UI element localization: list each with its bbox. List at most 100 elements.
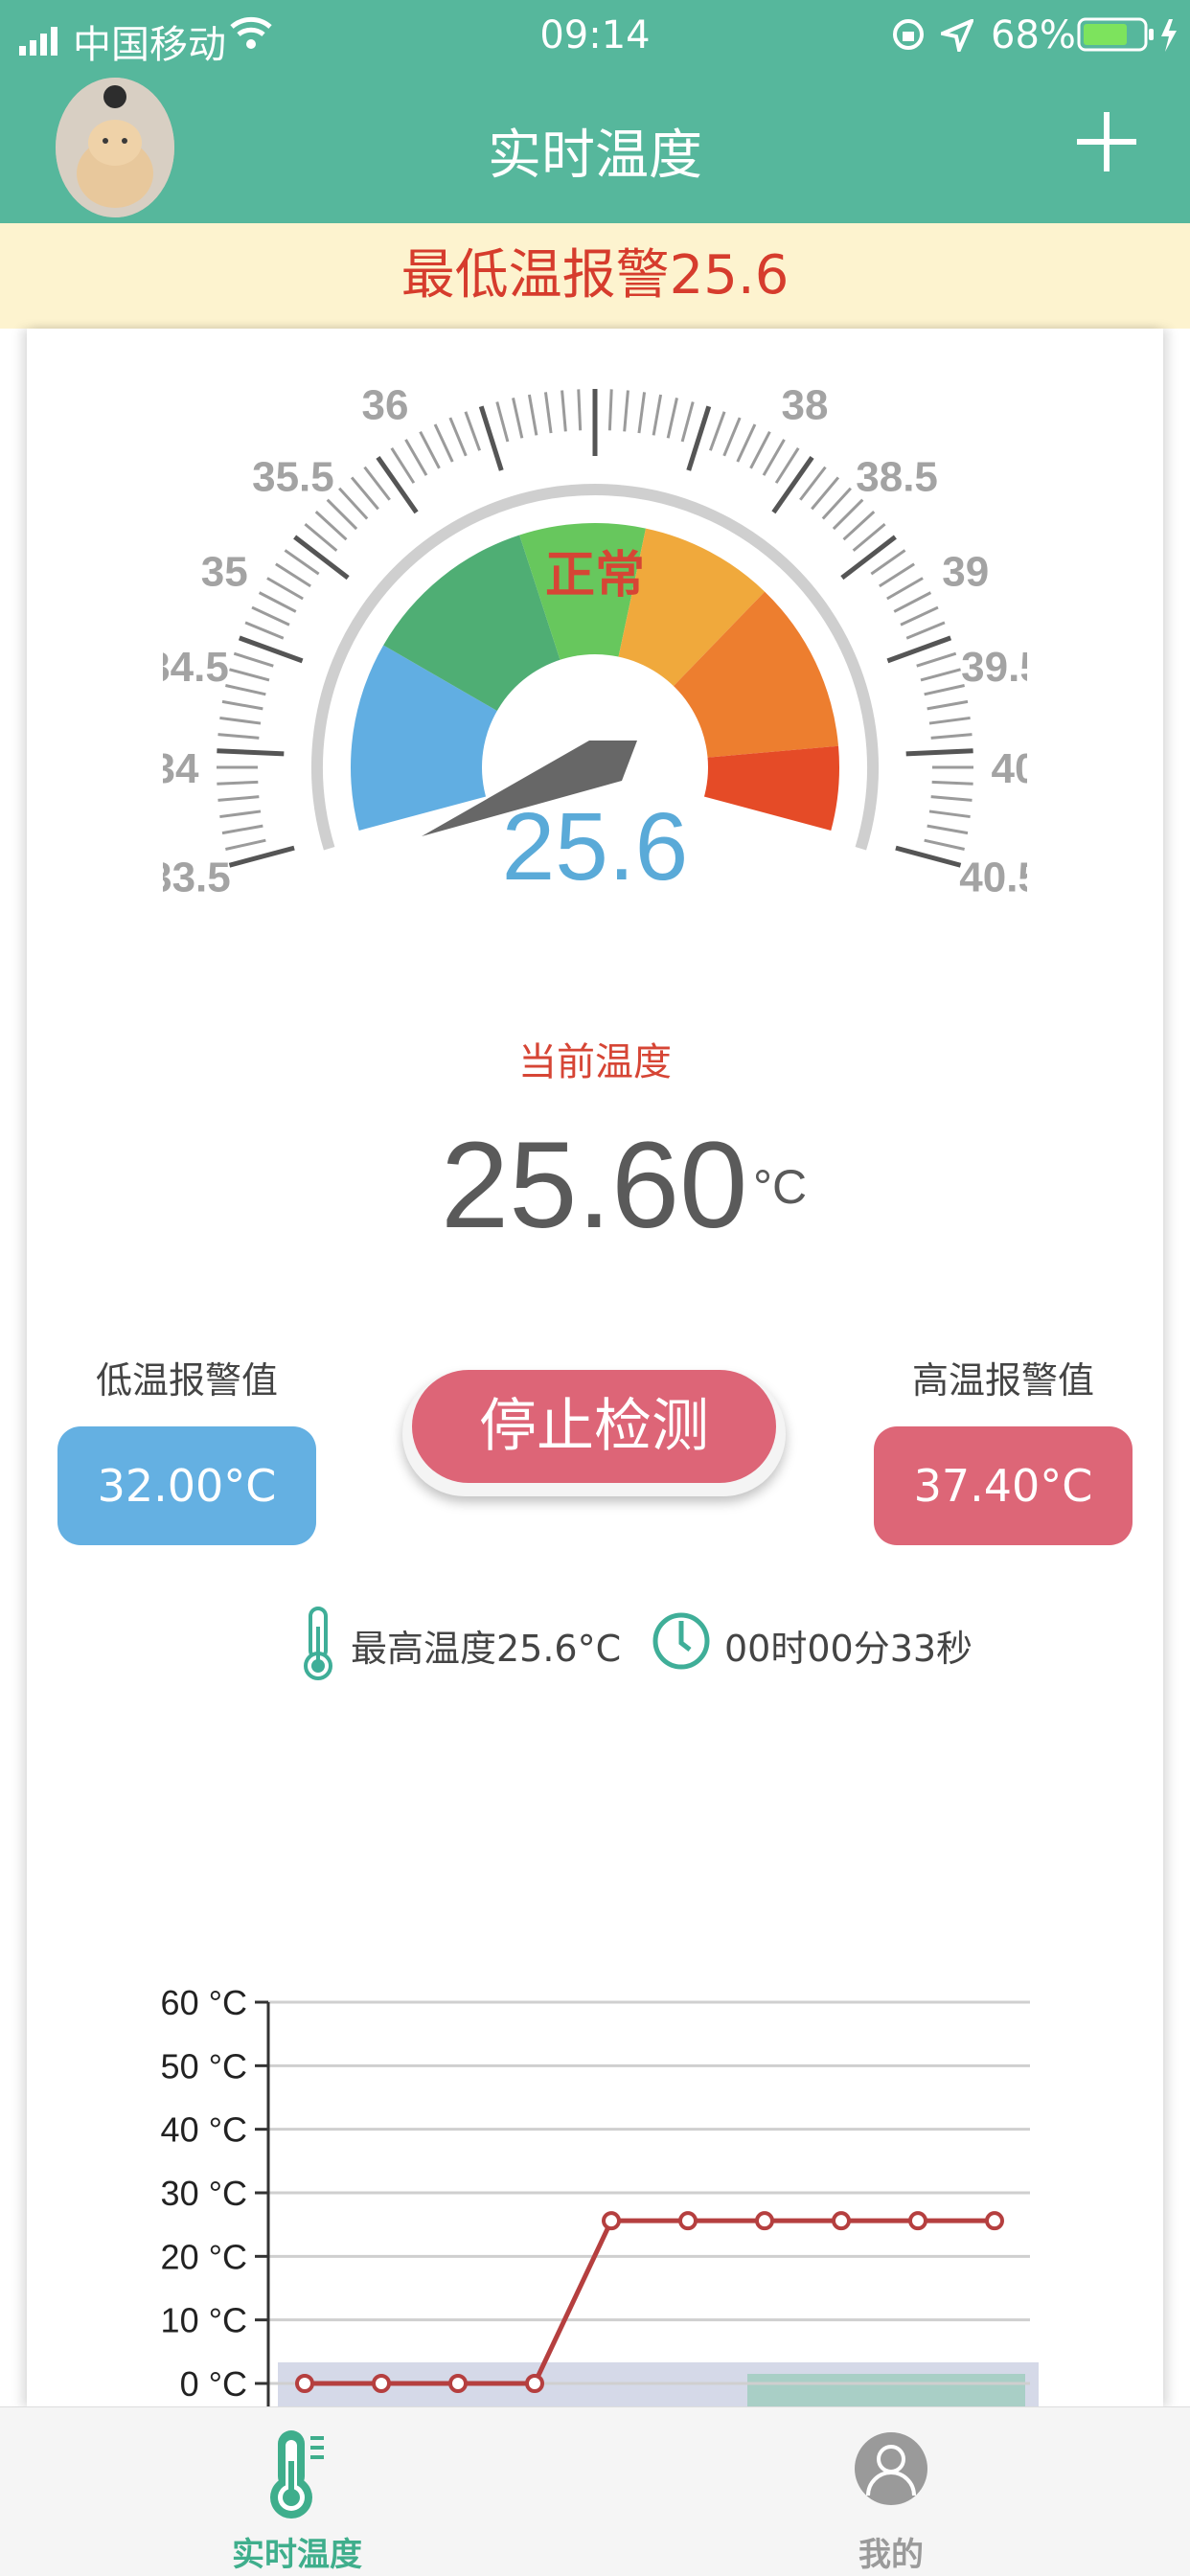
gauge-minor-tick <box>221 824 263 835</box>
gauge-segment-red <box>697 745 839 831</box>
gauge-tick-label: 39.5 <box>961 644 1027 691</box>
gauge-tick-label: 39 <box>942 548 989 595</box>
current-temp-value: 25.60 <box>441 1117 748 1254</box>
gauge-minor-tick <box>217 795 260 802</box>
gauge-tick-label: 35 <box>201 548 248 595</box>
tab-bar: 实时温度 我的 <box>0 2406 1190 2576</box>
gauge-minor-tick <box>512 398 524 439</box>
add-button[interactable] <box>1073 108 1140 175</box>
gauge-minor-tick <box>916 651 957 668</box>
chart-y-tick-label: 60 °C <box>161 1983 247 2022</box>
chart-y-tick-label: 0 °C <box>180 2364 247 2404</box>
elapsed-time-text: 00时00分33秒 <box>724 1628 973 1670</box>
chart-data-point <box>525 2374 544 2393</box>
gauge-minor-tick <box>637 392 647 434</box>
tab-realtime-temp[interactable]: 实时温度 <box>153 2407 441 2576</box>
chart-data-point <box>755 2211 774 2231</box>
temperature-line-chart: 60 °C 50 °C 40 °C 30 °C 20 °C 10 °C 0 °C <box>0 1973 1190 2406</box>
gauge-minor-tick <box>680 401 695 443</box>
user-icon <box>853 2428 929 2513</box>
gauge-minor-tick <box>924 684 965 696</box>
gauge-major-tick <box>478 405 504 471</box>
gauge-status-label: 正常 <box>545 548 645 604</box>
gauge-major-tick <box>771 456 814 514</box>
gauge-value: 25.6 <box>502 793 689 900</box>
clock-icon <box>652 1611 711 1675</box>
chart-y-tick-label: 30 °C <box>161 2174 247 2213</box>
gauge-minor-tick <box>893 591 932 613</box>
chart-y-tick-label: 50 °C <box>161 2046 247 2086</box>
gauge-minor-tick <box>433 423 454 463</box>
alert-banner: 最低温报警25.6 <box>0 223 1190 329</box>
gauge-minor-tick <box>244 621 285 640</box>
gauge-minor-tick <box>495 401 510 443</box>
low-alarm-value[interactable]: 32.00°C <box>57 1426 316 1545</box>
tab-label-realtime: 实时温度 <box>232 2536 362 2574</box>
gauge-minor-tick <box>561 390 567 432</box>
nav-bar: 实时温度 <box>0 72 1190 223</box>
gauge-minor-tick <box>722 417 742 457</box>
gauge-minor-tick <box>927 699 969 711</box>
page-title: 实时温度 <box>488 125 702 187</box>
status-bar: 中国移动 09:14 68% <box>0 0 1190 72</box>
gauge-minor-tick <box>930 795 973 802</box>
gauge-minor-tick <box>652 394 663 436</box>
high-alarm-title: 高温报警值 <box>911 1359 1094 1402</box>
gauge-major-tick <box>217 748 285 757</box>
gauge-minor-tick <box>275 562 311 588</box>
gauge-tick-label: 40.5 <box>959 854 1027 900</box>
gauge-tick-label: 34.5 <box>163 644 229 691</box>
gauge-minor-tick <box>229 668 270 682</box>
gauge-minor-tick <box>464 411 482 451</box>
gauge-minor-tick <box>219 809 262 819</box>
chart-scroll-window[interactable] <box>747 2374 1025 2406</box>
gauge-minor-tick <box>266 577 304 601</box>
chart-data-point <box>602 2211 621 2231</box>
thermometer-tab-icon <box>268 2427 335 2526</box>
low-alarm-title: 低温报警值 <box>95 1359 278 1402</box>
chart-data-point <box>678 2211 698 2231</box>
gauge-tick-label: 38.5 <box>856 454 938 501</box>
gauge-minor-tick <box>736 423 757 463</box>
gauge-minor-tick <box>251 605 290 627</box>
thermometer-icon <box>299 1606 337 1686</box>
gauge-minor-tick <box>623 390 629 432</box>
chart-y-tick-label: 10 °C <box>161 2301 247 2340</box>
chart-y-ticks: 60 °C 50 °C 40 °C 30 °C 20 °C 10 °C 0 °C <box>161 1983 268 2404</box>
high-alarm-value[interactable]: 37.40°C <box>874 1426 1133 1545</box>
gauge-minor-tick <box>920 668 961 682</box>
gauge-minor-tick <box>404 439 428 476</box>
gauge-major-tick <box>686 405 712 471</box>
location-icon <box>936 17 975 61</box>
gauge-minor-tick <box>233 651 274 668</box>
gauge-tick-label: 34 <box>163 745 199 792</box>
gauge-minor-tick <box>708 411 726 451</box>
gauge-minor-tick <box>225 684 266 696</box>
current-temp-unit: °C <box>753 1160 808 1214</box>
battery-icon <box>1077 15 1182 63</box>
tab-profile[interactable]: 我的 <box>747 2407 1035 2576</box>
chart-y-tick-label: 40 °C <box>161 2110 247 2150</box>
gauge-tick-label: 36 <box>362 382 409 429</box>
gauge-minor-tick <box>419 430 441 469</box>
gauge-minor-tick <box>448 417 468 457</box>
gauge-minor-tick <box>221 699 263 711</box>
gauge-tick-label: 38 <box>782 382 829 429</box>
gauge-tick-label: 33.5 <box>163 854 231 900</box>
gauge-minor-tick <box>905 621 946 640</box>
gauge-minor-tick <box>928 809 971 819</box>
gauge-major-tick <box>840 535 897 581</box>
gauge-major-tick <box>293 535 350 581</box>
current-temp-label: 当前温度 <box>518 1040 672 1084</box>
chart-grid <box>266 2000 1030 2406</box>
gauge-minor-tick <box>762 439 786 476</box>
stop-detection-button[interactable]: 停止检测 <box>412 1370 776 1483</box>
chart-data-point <box>372 2374 391 2393</box>
gauge-major-tick <box>905 748 973 757</box>
chart-data-point <box>985 2211 1004 2231</box>
temperature-gauge: 33.53434.53535.5363838.53939.54040.5 正常 … <box>163 329 1027 942</box>
gauge-minor-tick <box>928 716 971 725</box>
gauge-minor-tick <box>258 591 297 613</box>
gauge-minor-tick <box>219 716 262 725</box>
gauge-minor-tick <box>931 780 973 786</box>
